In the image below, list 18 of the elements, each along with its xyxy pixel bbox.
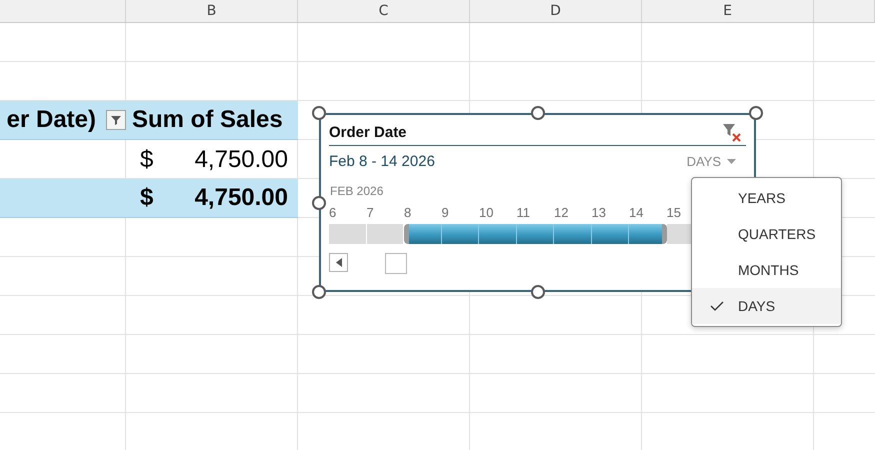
amount-text: 4,750.00 — [194, 184, 288, 212]
currency-symbol: $ — [140, 184, 154, 212]
header-text: er Date) — [6, 106, 96, 134]
day-label: 6 — [329, 204, 338, 222]
day-label: 13 — [592, 204, 607, 222]
slicer-title: Order Date — [329, 124, 407, 140]
day-label: 7 — [366, 204, 375, 222]
currency-symbol: $ — [140, 146, 154, 174]
day-label: 12 — [554, 204, 570, 222]
day-label: 9 — [442, 204, 450, 222]
amount-text: 4,750.00 — [194, 146, 288, 174]
day-label: 11 — [516, 204, 531, 222]
day-label: 15 — [666, 204, 682, 222]
selected-range: Feb 8 - 14 2026 — [329, 152, 435, 170]
day-label: 8 — [404, 204, 412, 222]
day-label: 14 — [629, 204, 644, 222]
period-label: FEB 2026 — [330, 183, 384, 198]
day-label: 10 — [479, 204, 494, 222]
